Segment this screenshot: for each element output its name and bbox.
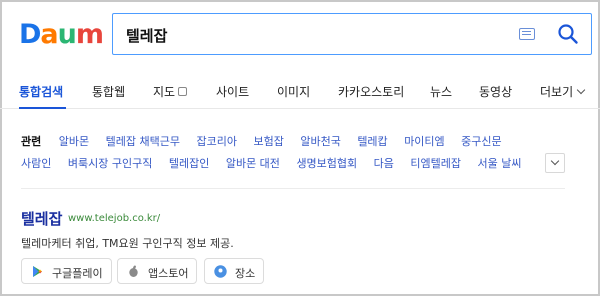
related-link[interactable]: 생명보험협회 <box>296 157 357 170</box>
tab-more[interactable]: 더보기 <box>540 83 586 100</box>
search-tabs: 통합검색 통합웹 지도 사이트 이미지 카카오스토리 뉴스 동영상 더보기 <box>0 73 600 109</box>
tab-map-label: 지도 <box>153 85 176 99</box>
tab-video[interactable]: 동영상 <box>479 83 512 100</box>
tab-image[interactable]: 이미지 <box>277 83 310 100</box>
chip-label: 앱스토어 <box>148 267 189 280</box>
related-link[interactable]: 알바천국 <box>300 135 340 148</box>
related-link[interactable]: 마이티엠 <box>404 135 444 148</box>
search-input[interactable] <box>126 23 506 47</box>
related-link[interactable]: 중구신문 <box>461 135 501 148</box>
apple-icon <box>129 265 138 277</box>
tab-news[interactable]: 뉴스 <box>430 83 452 100</box>
related-row-1: 관련 알바몬 텔레잡 채택근무 잡코리아 보험잡 알바천국 텔레캅 마이티엠 중… <box>21 133 515 151</box>
logo-letter-d: D <box>19 19 41 50</box>
map-window-icon <box>178 87 188 96</box>
google-play-icon <box>33 266 42 277</box>
logo-letter-m: m <box>75 19 104 50</box>
app-store-button[interactable]: 앱스토어 <box>117 258 198 284</box>
tab-integrated-search[interactable]: 통합검색 <box>19 83 63 100</box>
related-link[interactable]: 보험잡 <box>253 135 283 148</box>
result-title-link[interactable]: 텔레잡 <box>21 208 62 229</box>
daum-logo[interactable]: Daum <box>19 19 104 50</box>
related-row-2: 사람인 벼룩시장 구인구직 텔레잡인 알바몬 대전 생명보험협회 다음 티엠텔레… <box>21 155 535 173</box>
search-box <box>112 13 592 55</box>
tab-kakaostory[interactable]: 카카오스토리 <box>338 83 404 100</box>
result-description: 텔레마케터 취업, TM요원 구인구직 정보 제공. <box>21 237 234 250</box>
active-tab-indicator <box>19 107 66 109</box>
related-expand-button[interactable] <box>545 153 565 173</box>
search-icon[interactable] <box>557 23 579 45</box>
section-divider <box>21 188 565 189</box>
related-link[interactable]: 알바몬 <box>59 135 89 148</box>
tab-site[interactable]: 사이트 <box>216 83 249 100</box>
tab-more-label: 더보기 <box>540 85 574 99</box>
result-url[interactable]: www.telejob.co.kr/ <box>68 213 160 224</box>
related-title: 관련 <box>21 135 42 148</box>
logo-letter-u: u <box>57 19 77 50</box>
related-link[interactable]: 사람인 <box>21 157 51 170</box>
related-link[interactable]: 서울 날씨 <box>478 157 522 170</box>
related-link[interactable]: 텔레잡 채택근무 <box>106 135 180 148</box>
logo-letter-a: a <box>40 19 58 50</box>
tab-integrated-web[interactable]: 통합웹 <box>92 83 125 100</box>
map-pin-icon <box>214 265 227 278</box>
chip-label: 구글플레이 <box>52 267 103 280</box>
related-link[interactable]: 알바몬 대전 <box>226 157 280 170</box>
chip-label: 장소 <box>235 267 256 280</box>
place-button[interactable]: 장소 <box>204 258 265 284</box>
tab-map[interactable]: 지도 <box>153 83 188 100</box>
related-link[interactable]: 잡코리아 <box>196 135 236 148</box>
google-play-button[interactable]: 구글플레이 <box>21 258 112 284</box>
related-link[interactable]: 벼룩시장 구인구직 <box>68 157 152 170</box>
chevron-down-icon <box>576 85 586 95</box>
related-link[interactable]: 다음 <box>374 157 394 170</box>
keyboard-icon[interactable] <box>519 28 535 40</box>
related-link[interactable]: 텔레잡인 <box>169 157 209 170</box>
related-link[interactable]: 티엠텔레잡 <box>410 157 461 170</box>
related-link[interactable]: 텔레캅 <box>357 135 387 148</box>
